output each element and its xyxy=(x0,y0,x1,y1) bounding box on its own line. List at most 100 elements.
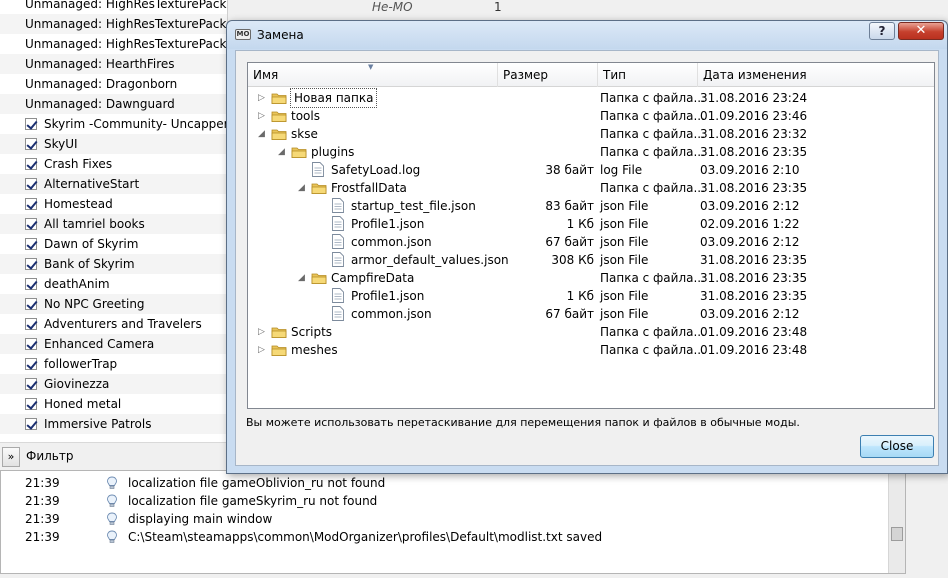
mod-enabled-checkbox[interactable] xyxy=(25,278,37,290)
tree-folder-row[interactable]: ▷ Новая папка Папка с файла... 31.08.2016 2… xyxy=(248,88,934,108)
mod-row[interactable]: Immersive Patrols xyxy=(0,414,227,434)
mod-row[interactable]: Unmanaged: Dawnguard xyxy=(0,94,227,114)
file-tree[interactable]: Имя ▼ Размер Тип Дата изменения ▷ Новая п… xyxy=(247,62,935,409)
mod-row[interactable]: Adventurers and Travelers xyxy=(0,314,227,334)
mod-enabled-checkbox[interactable] xyxy=(25,398,37,410)
drag-drop-hint: Вы можете использовать перетаскивание дл… xyxy=(246,416,800,429)
tree-folder-row[interactable]: ▷ tools Папка с файла... 01.09.2016 23:46 xyxy=(248,107,934,125)
item-name: tools xyxy=(291,109,320,123)
mod-row[interactable]: AlternativeStart xyxy=(0,174,227,194)
bg-flags-fragment: Не-MO xyxy=(372,0,413,14)
mod-name: Unmanaged: HighResTexturePack03 xyxy=(25,0,228,11)
item-name: Profile1.json xyxy=(351,289,425,303)
mod-row[interactable]: Unmanaged: HearthFires xyxy=(0,54,227,74)
file-icon xyxy=(332,198,344,213)
log-entry[interactable]: 21:39 displaying main window xyxy=(1,510,881,528)
tree-file-row[interactable]: startup_test_file.json 83 байт json File 03… xyxy=(248,197,934,215)
mod-enabled-checkbox[interactable] xyxy=(25,358,37,370)
mod-row[interactable]: Honed metal xyxy=(0,394,227,414)
item-type: json File xyxy=(600,199,649,213)
expand-arrow-icon[interactable]: ▷ xyxy=(258,341,268,359)
tree-file-row[interactable]: common.json 67 байт json File 03.09.2016 2:… xyxy=(248,305,934,323)
file-icon xyxy=(332,252,344,267)
mod-row[interactable]: Unmanaged: HighResTexturePack02 xyxy=(0,14,227,34)
help-button[interactable]: ? xyxy=(869,22,895,40)
tree-folder-row[interactable]: ▷ Scripts Папка с файла... 01.09.2016 23:48 xyxy=(248,323,934,341)
mod-enabled-checkbox[interactable] xyxy=(25,178,37,190)
mod-enabled-checkbox[interactable] xyxy=(25,418,37,430)
collapse-arrow-icon[interactable]: ◢ xyxy=(258,125,268,143)
collapse-arrow-icon[interactable]: ◢ xyxy=(278,143,288,161)
expand-arrow-icon[interactable]: ▷ xyxy=(258,89,268,107)
close-window-button[interactable]: ✕ xyxy=(898,22,944,40)
item-date: 31.08.2016 23:35 xyxy=(700,271,808,285)
expand-arrow-icon[interactable]: ▷ xyxy=(258,323,268,341)
mod-name: Unmanaged: HighResTexturePack02 xyxy=(25,17,228,31)
column-header-type[interactable]: Тип xyxy=(598,63,698,87)
mod-row[interactable]: Dawn of Skyrim xyxy=(0,234,227,254)
item-type: json File xyxy=(600,307,649,321)
mod-enabled-checkbox[interactable] xyxy=(25,318,37,330)
log-panel[interactable]: 21:39 localization file gameOblivion_ru n… xyxy=(0,470,906,574)
tree-folder-row[interactable]: ◢ skse Папка с файла... 31.08.2016 23:32 xyxy=(248,125,934,143)
tree-file-row[interactable]: armor_default_values.json 308 Кб json File… xyxy=(248,251,934,269)
mod-name: Crash Fixes xyxy=(44,157,113,171)
mod-enabled-checkbox[interactable] xyxy=(25,218,37,230)
mod-enabled-checkbox[interactable] xyxy=(25,158,37,170)
mod-row[interactable]: Unmanaged: HighResTexturePack01 xyxy=(0,34,227,54)
item-name: SafetyLoad.log xyxy=(331,163,421,177)
mod-row[interactable]: Giovinezza xyxy=(0,374,227,394)
item-size: 1 Кб xyxy=(566,289,594,303)
log-time: 21:39 xyxy=(25,476,60,490)
mod-row[interactable]: deathAnim xyxy=(0,274,227,294)
dialog-titlebar[interactable]: MO Замена ? ✕ xyxy=(227,21,947,49)
mod-enabled-checkbox[interactable] xyxy=(25,198,37,210)
mod-row[interactable]: Unmanaged: HighResTexturePack03 xyxy=(0,0,227,14)
mod-list[interactable]: Unmanaged: HighResTexturePack03 Unmanaged… xyxy=(0,0,228,442)
tree-folder-row[interactable]: ◢ plugins Папка с файла... 31.08.2016 23:35 xyxy=(248,143,934,161)
folder-icon xyxy=(271,111,287,122)
mod-enabled-checkbox[interactable] xyxy=(25,238,37,250)
log-entry[interactable]: 21:39 localization file gameSkyrim_ru not… xyxy=(1,492,881,510)
mod-enabled-checkbox[interactable] xyxy=(25,138,37,150)
tree-folder-row[interactable]: ◢ CampfireData Папка с файла... 31.08.2016 … xyxy=(248,269,934,287)
item-name: Scripts xyxy=(291,325,333,339)
item-date: 31.08.2016 23:35 xyxy=(700,253,808,267)
log-entry[interactable]: 21:39 localization file gameOblivion_ru n… xyxy=(1,474,881,492)
mod-enabled-checkbox[interactable] xyxy=(25,378,37,390)
collapse-arrow-icon[interactable]: ◢ xyxy=(298,269,308,287)
column-header-date[interactable]: Дата изменения xyxy=(698,63,934,87)
item-date: 31.08.2016 23:35 xyxy=(700,181,808,195)
mod-enabled-checkbox[interactable] xyxy=(25,338,37,350)
tree-folder-row[interactable]: ◢ FrostfallData Папка с файла... 31.08.2016… xyxy=(248,179,934,197)
mod-row[interactable]: Skyrim -Community- Uncapper xyxy=(0,114,227,134)
mod-name: Unmanaged: Dawnguard xyxy=(25,97,175,111)
filter-toggle-button[interactable]: » xyxy=(2,447,20,467)
tree-file-row[interactable]: SafetyLoad.log 38 байт log File 03.09.2016 … xyxy=(248,161,934,179)
mod-enabled-checkbox[interactable] xyxy=(25,118,37,130)
collapse-arrow-icon[interactable]: ◢ xyxy=(298,179,308,197)
log-scrollbar[interactable] xyxy=(888,471,905,573)
mod-row[interactable]: SkyUI xyxy=(0,134,227,154)
log-scrollbar-thumb[interactable] xyxy=(891,527,903,541)
tree-file-row[interactable]: common.json 67 байт json File 03.09.2016 2:… xyxy=(248,233,934,251)
mod-row[interactable]: All tamriel books xyxy=(0,214,227,234)
log-time: 21:39 xyxy=(25,530,60,544)
mod-row[interactable]: Homestead xyxy=(0,194,227,214)
column-header-type-label: Тип xyxy=(603,68,626,82)
mod-enabled-checkbox[interactable] xyxy=(25,298,37,310)
mod-row[interactable]: Bank of Skyrim xyxy=(0,254,227,274)
mod-enabled-checkbox[interactable] xyxy=(25,258,37,270)
mod-row[interactable]: Crash Fixes xyxy=(0,154,227,174)
close-button[interactable]: Close xyxy=(860,435,934,458)
mod-row[interactable]: No NPC Greeting xyxy=(0,294,227,314)
tree-file-row[interactable]: Profile1.json 1 Кб json File 02.09.2016 1:2… xyxy=(248,215,934,233)
tree-folder-row[interactable]: ▷ meshes Папка с файла... 01.09.2016 23:48 xyxy=(248,341,934,359)
mod-row[interactable]: followerTrap xyxy=(0,354,227,374)
log-entry[interactable]: 21:39 C:\Steam\steamapps\common\ModOrgani… xyxy=(1,528,881,546)
tree-file-row[interactable]: Profile1.json 1 Кб json File 31.08.2016 23:… xyxy=(248,287,934,305)
mod-row[interactable]: Unmanaged: Dragonborn xyxy=(0,74,227,94)
column-header-size[interactable]: Размер xyxy=(498,63,598,87)
mod-row[interactable]: Enhanced Camera xyxy=(0,334,227,354)
expand-arrow-icon[interactable]: ▷ xyxy=(258,107,268,125)
